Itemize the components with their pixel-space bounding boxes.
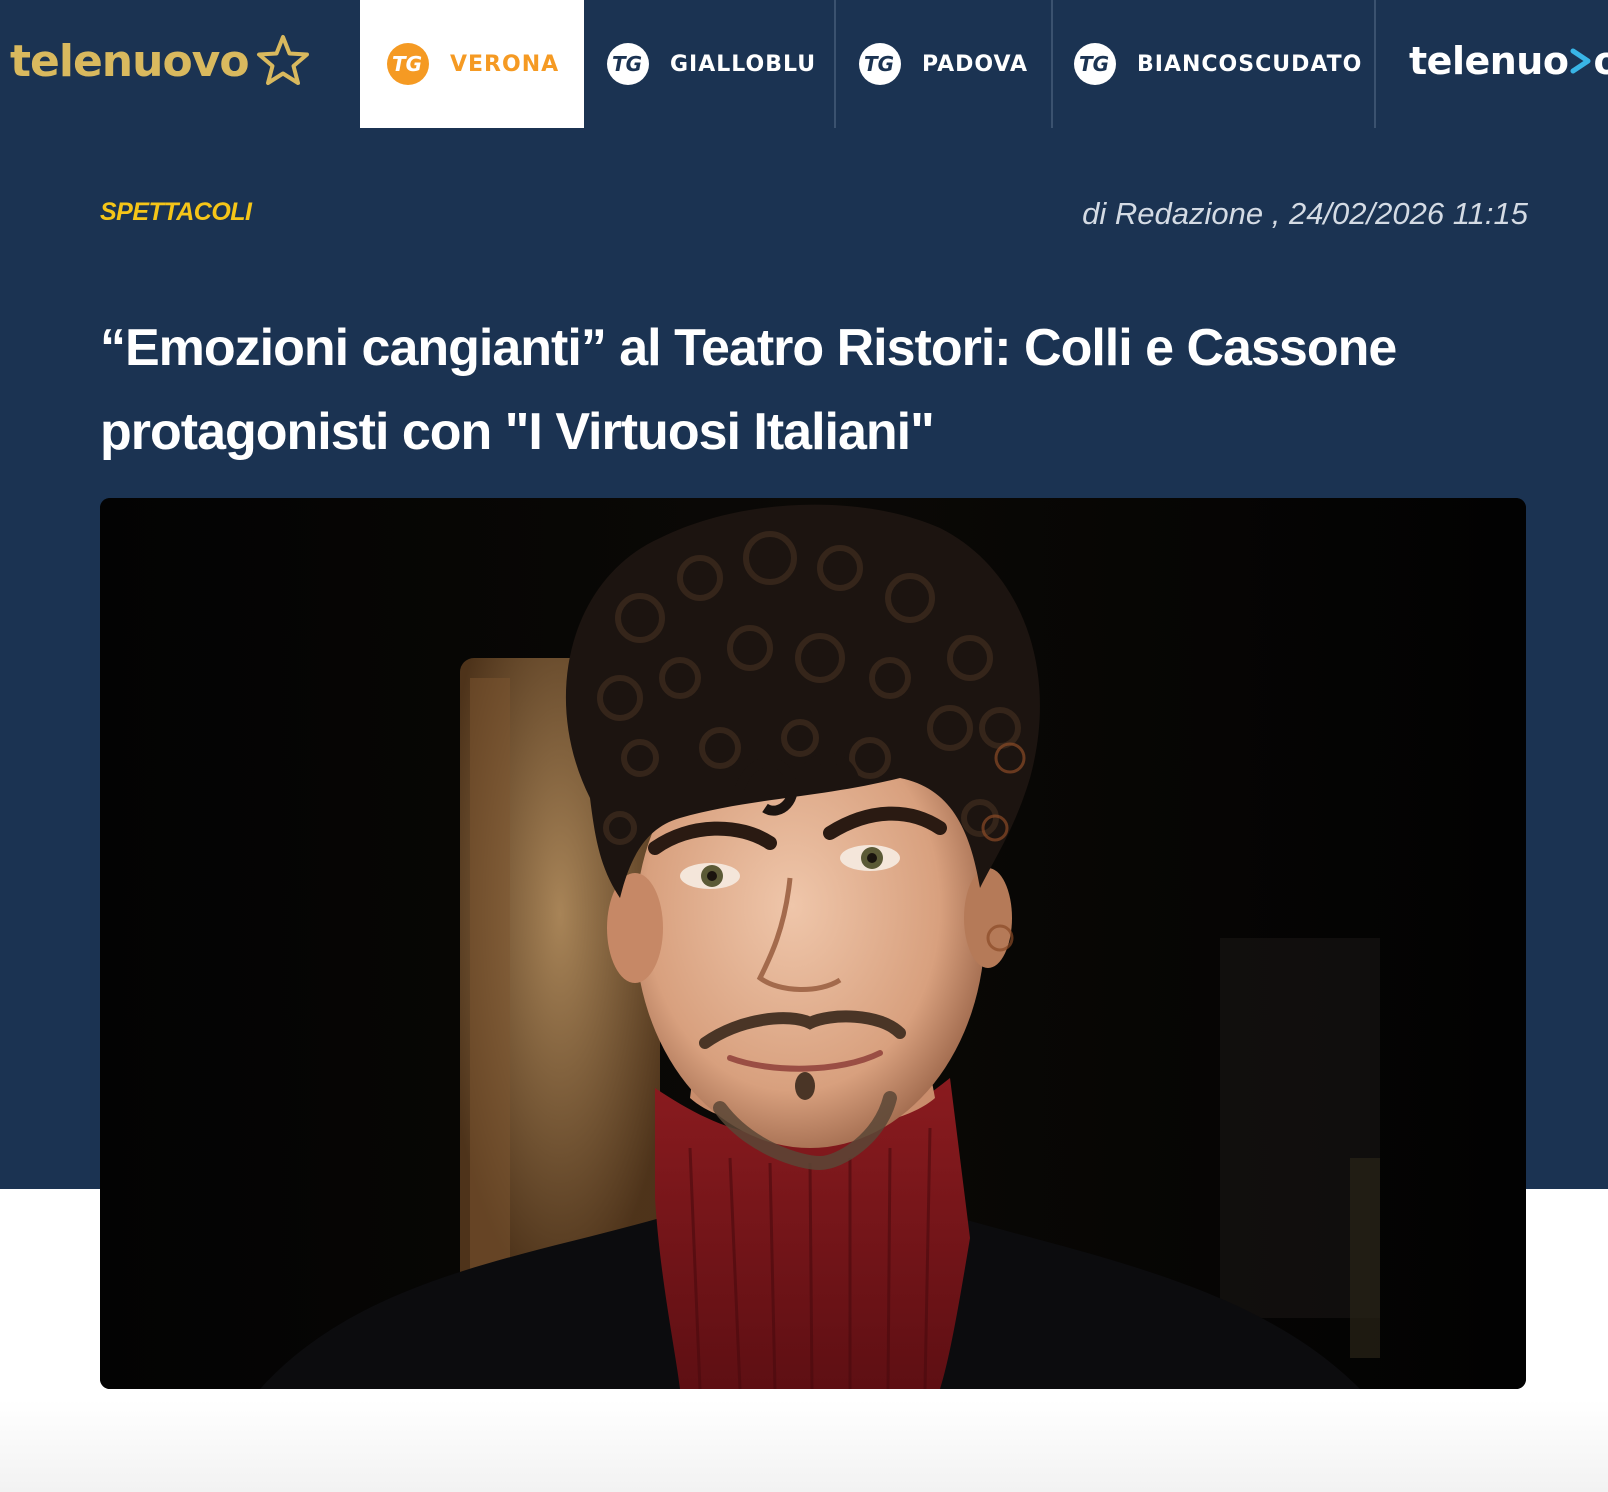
chevron-right-icon <box>1570 48 1591 74</box>
logo-text: telenuovo <box>10 35 250 87</box>
svg-text:TG: TG <box>1079 52 1109 76</box>
star-outline-icon <box>256 35 309 85</box>
article-category[interactable]: SPETTACOLI <box>100 198 252 227</box>
page: telenuovo TG VERONA TG GIALLOBLU TG PADO… <box>0 0 1608 1492</box>
svg-text:TG: TG <box>392 52 422 76</box>
nav-divider <box>834 0 836 128</box>
portrait-photo <box>100 498 1526 1389</box>
tab-verona[interactable]: TG VERONA <box>360 0 584 128</box>
site-logo[interactable]: telenuovo <box>10 26 311 96</box>
page-footer-fade <box>0 1400 1608 1492</box>
top-navigation: telenuovo TG VERONA TG GIALLOBLU TG PADO… <box>0 0 1608 128</box>
svg-text:TG: TG <box>612 52 642 76</box>
nav-divider <box>1374 0 1376 128</box>
article-title: “Emozioni cangianti” al Teatro Ristori: … <box>100 319 1397 461</box>
tg-badge-icon: TG <box>607 43 649 85</box>
tab-padova[interactable]: TG PADOVA <box>858 0 1052 128</box>
brand-text-right: o <box>1593 39 1608 83</box>
article-hero-image <box>100 498 1526 1389</box>
tg-badge-icon: TG <box>387 43 429 85</box>
tg-badge-icon: TG <box>1074 43 1116 85</box>
tab-label: VERONA <box>450 51 560 77</box>
tab-label: GIALLOBLU <box>670 51 817 77</box>
tab-gialloblu[interactable]: TG GIALLOBLU <box>606 0 834 128</box>
telenuovo-brand-link[interactable]: telenuo o <box>1409 36 1608 86</box>
tab-label: PADOVA <box>922 51 1029 77</box>
tg-badge-icon: TG <box>859 43 901 85</box>
tab-label: BIANCOSCUDATO <box>1137 51 1363 77</box>
article-byline: di Redazione , 24/02/2026 11:15 <box>1082 196 1528 231</box>
svg-text:TG: TG <box>864 52 894 76</box>
brand-text-left: telenuo <box>1409 39 1569 83</box>
nav-divider <box>1051 0 1053 128</box>
tab-biancoscudato[interactable]: TG BIANCOSCUDATO <box>1073 0 1373 128</box>
